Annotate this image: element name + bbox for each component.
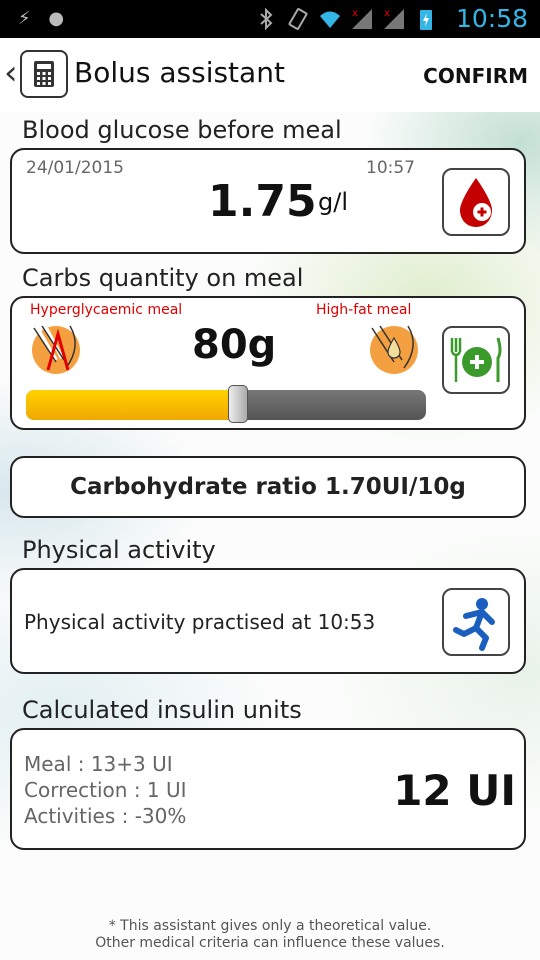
back-arrow-icon[interactable]: ‹: [4, 56, 18, 90]
glucose-unit: g/l: [318, 188, 348, 216]
status-right-icons: x x: [254, 6, 438, 32]
carbs-slider-fill: [26, 390, 238, 420]
usb-icon: ⚡: [18, 8, 31, 29]
insulin-correction: Correction : 1 UI: [24, 778, 187, 802]
carb-ratio-label: Carbohydrate ratio 1.70UI/10g: [70, 474, 466, 500]
insulin-meal: Meal : 13+3 UI: [24, 752, 173, 776]
vibrate-icon: [288, 8, 308, 30]
glucose-time: 10:57: [366, 158, 415, 178]
high-fat-meal-icon[interactable]: [364, 320, 428, 376]
activity-card[interactable]: Physical activity practised at 10:53: [10, 568, 526, 674]
disclaimer-line-2: Other medical criteria can influence the…: [95, 935, 445, 951]
disclaimer: * This assistant gives only a theoretica…: [0, 918, 540, 952]
high-fat-label: High-fat meal: [316, 302, 412, 318]
carbs-slider-track[interactable]: [26, 385, 426, 423]
carb-ratio-button[interactable]: Carbohydrate ratio 1.70UI/10g: [10, 456, 526, 518]
carbs-card: Hyperglycaemic meal High-fat meal 80g: [10, 296, 526, 430]
glucose-date: 24/01/2015: [26, 158, 124, 178]
carbs-slider-thumb[interactable]: [228, 385, 248, 423]
runner-icon: [453, 598, 495, 651]
glucose-card[interactable]: 24/01/2015 10:57 1.75 g/l: [10, 148, 526, 254]
add-activity-button[interactable]: [442, 588, 510, 656]
svg-text:x: x: [384, 8, 390, 19]
plate-icon: [450, 337, 502, 382]
status-left-icons: ⚡ ●: [18, 8, 64, 29]
signal-2-icon: x: [384, 8, 404, 29]
insulin-card: Meal : 13+3 UI Correction : 1 UI Activit…: [10, 728, 526, 850]
status-bar: ⚡ ● x x 10:58: [0, 0, 540, 38]
confirm-button[interactable]: CONFIRM: [423, 64, 528, 88]
glucose-section-title: Blood glucose before meal: [22, 116, 342, 144]
calculator-icon[interactable]: [20, 50, 68, 98]
insulin-section-title: Calculated insulin units: [22, 696, 302, 724]
activity-section-title: Physical activity: [22, 536, 216, 564]
insulin-activities: Activities : -30%: [24, 804, 187, 828]
signal-icon: x: [352, 8, 372, 29]
battery-icon: [420, 10, 432, 30]
svg-text:x: x: [352, 8, 358, 19]
content-area: Blood glucose before meal 24/01/2015 10:…: [0, 112, 540, 960]
wifi-icon: [320, 11, 340, 28]
add-glucose-button[interactable]: [442, 168, 510, 236]
hyperglycaemic-meal-icon[interactable]: [26, 320, 90, 376]
add-meal-button[interactable]: [442, 326, 510, 394]
disclaimer-line-1: * This assistant gives only a theoretica…: [108, 918, 432, 934]
status-time: 10:58: [455, 4, 528, 33]
action-bar: ‹ Bolus assistant CONFIRM: [0, 38, 540, 112]
carbs-value: 80g: [192, 322, 277, 368]
blood-drop-icon: [460, 178, 492, 227]
page-title: Bolus assistant: [74, 56, 285, 89]
activity-text: Physical activity practised at 10:53: [24, 610, 376, 634]
insulin-total: 12 UI: [393, 766, 516, 815]
android-icon: ●: [48, 8, 65, 29]
bluetooth-icon: [260, 7, 273, 31]
hyperglycaemic-label: Hyperglycaemic meal: [30, 302, 183, 318]
glucose-value: 1.75: [208, 176, 317, 227]
carbs-section-title: Carbs quantity on meal: [22, 264, 304, 292]
